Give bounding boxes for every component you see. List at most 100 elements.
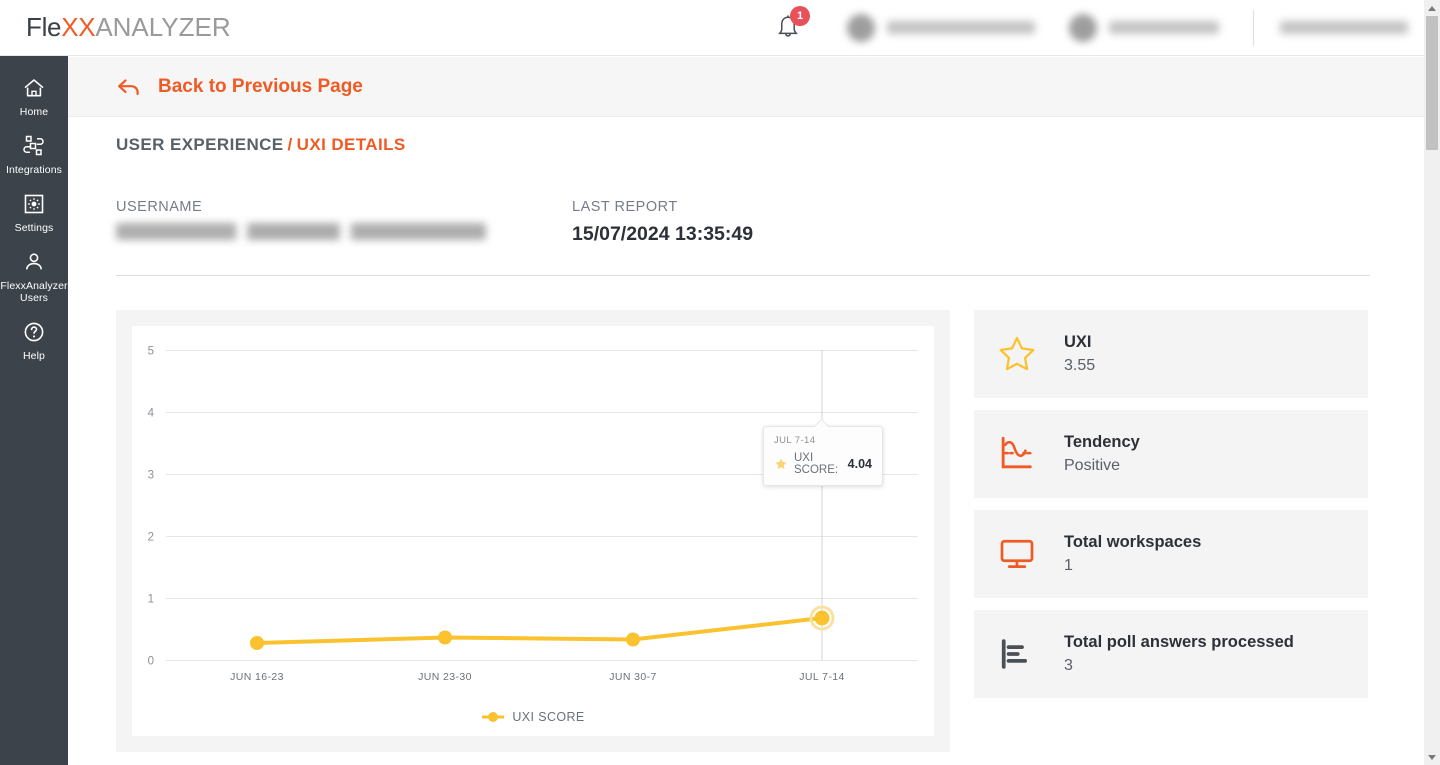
kpi-title: UXI [1064,333,1092,351]
main-content: USER EXPERIENCE / UXI DETAILS USERNAME LAS… [68,117,1424,765]
sidebar-item-label: Home [19,106,49,118]
chevron-down-icon [1428,754,1436,760]
sidebar-item-integrations[interactable]: Integrations [0,124,68,182]
meta-info-row: USERNAME LAST REPORT 15/07/2024 13:35:49 [116,199,1424,246]
x-tick-1: JUN 23-30 [418,671,472,683]
scroll-up-button[interactable] [1424,0,1440,16]
monitor-icon [996,533,1058,575]
notification-count-badge: 1 [790,5,810,26]
kpi-value: Positive [1064,457,1121,474]
last-report-value: 15/07/2024 13:35:49 [572,223,754,245]
breadcrumb: USER EXPERIENCE / UXI DETAILS [116,135,1424,155]
chart-legend[interactable]: UXI SCORE [132,710,934,724]
left-sidebar: Home Integrations Settings FlexxAnalyzer… [0,56,68,765]
last-report-block: LAST REPORT 15/07/2024 13:35:49 [572,199,753,246]
kpi-value: 1 [1064,557,1073,574]
header-user-entry-3[interactable] [1280,21,1408,34]
header-divider [1253,9,1254,46]
tooltip-row: UXI SCORE: 4.04 [774,452,872,476]
kpi-value: 3 [1064,657,1073,674]
help-circle-icon [22,319,46,345]
back-navigation-bar[interactable]: Back to Previous Page [68,57,1424,117]
x-tick-2: JUN 30-7 [609,671,657,683]
header-user-entry-2[interactable] [1069,13,1219,42]
username-block: USERNAME [116,199,572,246]
logo-text-part3: ANALYZER [95,12,231,42]
gear-icon [22,191,46,217]
sidebar-item-label: Integrations [5,164,63,176]
top-header-bar: Fle XX ANALYZER 1 [0,0,1440,56]
kpi-card-total-workspaces[interactable]: Total workspaces 1 [974,510,1368,598]
kpi-title: Tendency [1064,433,1140,451]
x-tick-0: JUN 16-23 [230,671,284,683]
star-outline-icon [996,333,1058,375]
star-filled-icon [774,457,788,471]
breadcrumb-current: UXI DETAILS [296,135,406,154]
chevron-up-icon [1428,5,1436,11]
series-line-uxi-score [255,616,824,645]
sidebar-item-settings[interactable]: Settings [0,182,68,240]
chart-tooltip: JUL 7-14 UXI SCORE: 4.04 [763,418,883,486]
kpi-title: Total poll answers processed [1064,633,1294,651]
x-tick-3: JUL 7-14 [799,671,844,683]
last-report-label: LAST REPORT [572,199,678,215]
sidebar-item-flexxanalyzer-users[interactable]: FlexxAnalyzer Users [0,240,68,310]
kpi-card-uxi[interactable]: UXI 3.55 [974,310,1368,398]
legend-label: UXI SCORE [512,710,585,724]
breadcrumb-separator: / [287,135,293,154]
avatar [847,13,875,42]
page-scrollbar[interactable] [1424,0,1440,765]
sidebar-item-home[interactable]: Home [0,66,68,124]
uxi-line-chart[interactable]: 5 4 3 2 1 0 JUN 16-23 JUN 23-30 JUN 30-7… [132,326,934,736]
scrollbar-thumb[interactable] [1426,16,1438,150]
avatar [1069,13,1097,42]
uxi-chart-card: 5 4 3 2 1 0 JUN 16-23 JUN 23-30 JUN 30-7… [116,310,950,752]
header-right-group: 1 [775,0,1440,55]
username-label: USERNAME [116,199,203,215]
kpi-value: 3.55 [1064,357,1096,374]
header-user-name-2 [1109,21,1219,34]
tooltip-label: UXI SCORE: [794,452,839,476]
back-arrow-icon [116,75,142,99]
kpi-text: UXI 3.55 [1064,333,1095,375]
header-user-name-1 [887,21,1035,34]
data-point-jul-7-14 [814,610,830,626]
sidebar-item-label: FlexxAnalyzer Users [0,280,68,304]
y-tick-5: 5 [148,346,154,358]
kpi-card-total-poll-answers[interactable]: Total poll answers processed 3 [974,610,1368,698]
trend-chart-icon [996,434,1058,474]
y-tick-3: 3 [148,470,154,482]
y-tick-2: 2 [148,532,154,544]
y-tick-1: 1 [148,594,154,606]
logo-text-part2: XX [61,12,96,42]
kpi-card-tendency[interactable]: Tendency Positive [974,410,1368,498]
kpi-text: Total workspaces 1 [1064,533,1201,575]
kpi-title: Total workspaces [1064,533,1202,551]
breadcrumb-parent[interactable]: USER EXPERIENCE [116,135,284,154]
notifications-button[interactable]: 1 [775,5,810,43]
panels-row: 5 4 3 2 1 0 JUN 16-23 JUN 23-30 JUN 30-7… [116,310,1424,752]
y-tick-0: 0 [148,656,154,668]
username-value [116,223,486,240]
sidebar-item-help[interactable]: Help [0,310,68,368]
scroll-down-button[interactable] [1424,749,1440,765]
kpi-text: Tendency Positive [1064,433,1140,475]
back-to-previous-page-link[interactable]: Back to Previous Page [158,76,363,98]
bar-list-icon [996,634,1058,674]
data-point-jun-23-30 [438,630,452,645]
section-divider [116,275,1370,276]
tooltip-value: 4.04 [847,457,872,471]
integrations-icon [21,133,47,159]
header-user-entry-1[interactable] [847,13,1035,42]
sidebar-item-label: Help [23,350,45,362]
data-point-jun-30-7 [626,632,640,647]
app-logo[interactable]: Fle XX ANALYZER [26,12,231,43]
kpi-text: Total poll answers processed 3 [1064,633,1294,675]
sidebar-item-label: Settings [14,222,54,234]
kpi-column: UXI 3.55 Tendency Positive Total workspa… [974,310,1368,752]
uxi-chart-area: 5 4 3 2 1 0 JUN 16-23 JUN 23-30 JUN 30-7… [132,326,934,736]
home-icon [22,75,46,101]
legend-marker-icon [481,710,505,724]
app-root: Fle XX ANALYZER 1 Home Integrations Sett… [0,0,1440,765]
tooltip-date: JUL 7-14 [774,435,816,446]
